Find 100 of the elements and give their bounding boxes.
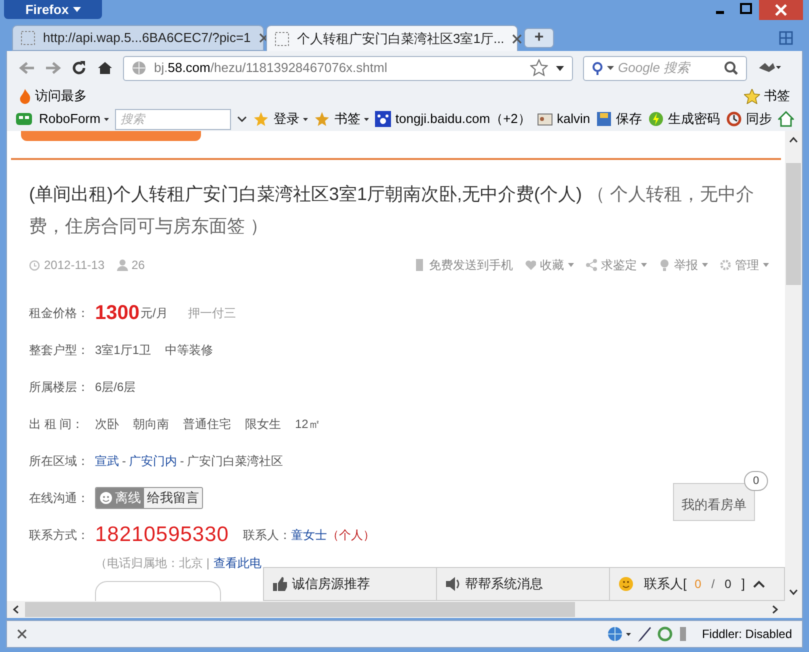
caret-icon: [607, 66, 614, 70]
leave-message-button[interactable]: 给我留言: [144, 488, 202, 508]
toolbar-button[interactable]: 书签: [314, 109, 370, 129]
field-label: 整套户型：: [29, 342, 90, 358]
share-icon: [586, 259, 597, 271]
smiley-icon: [99, 490, 113, 504]
home-icon: [778, 111, 794, 127]
arrow-right-icon: [772, 605, 778, 614]
scrollbar-thumb[interactable]: [25, 602, 575, 617]
field-label: 所属楼层：: [29, 378, 90, 396]
close-icon: [17, 629, 27, 639]
toolbar-button[interactable]: kalvin: [536, 109, 590, 129]
tab-title: http://api.wap.5...6BA6CEC7/?pic=1: [43, 29, 251, 48]
address-bar[interactable]: bj.58.com/hezu/11813928467076x.shtml: [123, 56, 573, 80]
toolbar-button[interactable]: 同步: [726, 109, 772, 129]
payment-terms: 押一付三: [188, 304, 236, 322]
search-input[interactable]: Google 搜索: [618, 58, 720, 78]
arrow-down-icon: [789, 589, 798, 595]
heart-icon: [525, 259, 536, 271]
area-link[interactable]: 宣武: [95, 452, 119, 470]
pen-icon: [636, 626, 651, 642]
count-badge: 0: [744, 471, 768, 491]
contact-name[interactable]: 童女士: [291, 526, 327, 544]
close-icon: [258, 33, 269, 43]
caret-icon: [556, 66, 564, 70]
listing-action[interactable]: 举报: [659, 256, 708, 274]
panel-tab[interactable]: 诚信房源推荐: [264, 568, 437, 600]
search-icon: [724, 61, 738, 75]
area-link[interactable]: 广安门内: [129, 452, 177, 470]
home-icon: [97, 60, 113, 76]
clock-icon: [29, 260, 40, 270]
thumbs-up-icon: [272, 576, 288, 592]
gear-icon: [720, 259, 731, 271]
horizontal-scrollbar[interactable]: [6, 601, 803, 618]
reload-icon: [71, 60, 87, 76]
field-value: 中等装修: [165, 342, 214, 358]
offline-status: 离线: [96, 488, 144, 508]
toolbar-button[interactable]: 生成密码: [648, 109, 720, 129]
person-icon: [116, 259, 128, 271]
field-label: 在线沟通：: [29, 490, 90, 506]
toolbar-button[interactable]: 保存: [596, 109, 642, 129]
online-count: 0: [694, 576, 702, 593]
scrollbar-thumb[interactable]: [786, 163, 801, 285]
browser-tab[interactable]: http://api.wap.5...6BA6CEC7/?pic=1: [12, 25, 264, 51]
paw-icon: [375, 111, 392, 127]
vertical-scrollbar[interactable]: [785, 131, 802, 601]
chevron-up-icon: [752, 580, 765, 588]
contacts-label: 联系人[: [644, 575, 687, 594]
url-text: bj.58.com/hezu/11813928467076x.shtml: [154, 59, 388, 78]
bracket: ]: [741, 575, 745, 594]
bookmark-link[interactable]: 访问最多: [35, 86, 87, 106]
close-icon: [759, 0, 803, 20]
status-text: Fiddler: Disabled: [702, 626, 792, 643]
separator: -: [180, 452, 184, 470]
listing-action[interactable]: 免费发送到手机: [414, 256, 513, 274]
new-tab-button[interactable]: +: [524, 28, 554, 48]
listing-title: (单间出租)个人转租广安门白菜湾社区3室1厅朝南次卧,无中介费(个人) （ 个人转租，无中介费，住房合同可与房东面签 ）: [29, 183, 756, 238]
price-unit: 元/月: [140, 304, 168, 322]
phone-history-link[interactable]: 查看此电: [213, 554, 262, 572]
field-value: 次卧: [95, 416, 119, 432]
phone-icon: [414, 259, 425, 271]
listing-action[interactable]: 管理: [720, 256, 769, 274]
search-field[interactable]: Google 搜索: [583, 56, 747, 80]
community-name: 广安门白菜湾社区: [187, 452, 283, 470]
tab-title: 个人转租广安门白菜湾社区3室1厅...: [297, 30, 504, 48]
caret-icon: [72, 7, 81, 12]
field-label: 出 租 间：: [29, 416, 85, 432]
lightning-icon: [648, 111, 664, 127]
toolbar-button[interactable]: tongji.baidu.com（+2）: [375, 109, 531, 129]
smiley-icon: [618, 576, 634, 592]
firefox-menu-button[interactable]: Firefox: [4, 0, 102, 19]
price-value: 1300: [95, 300, 140, 326]
listing-action[interactable]: 收藏: [525, 256, 574, 274]
roboform-menu[interactable]: RoboForm: [39, 109, 110, 129]
field-label: 联系方式：: [29, 526, 90, 544]
toolbar-search-field[interactable]: 搜索: [115, 108, 232, 130]
field-value: 12㎡: [295, 416, 320, 432]
speaker-icon: [445, 576, 461, 592]
caret-icon: [303, 118, 308, 120]
lightbulb-icon: [659, 259, 670, 271]
toolbar-button[interactable]: 登录: [253, 109, 308, 129]
arrow-left-icon: [13, 605, 19, 614]
robot-icon: [15, 111, 33, 127]
listing-action[interactable]: 求鉴定: [586, 256, 647, 274]
separator: /: [711, 576, 715, 593]
field-label: 所在区域：: [29, 452, 90, 470]
field-label: 联系人：: [243, 526, 291, 544]
total-count: 0: [724, 576, 732, 593]
field-value: 6层/6层: [95, 378, 136, 396]
bookmarks-menu[interactable]: 书签: [764, 86, 790, 106]
phone-number: 18210595330: [95, 522, 230, 548]
view-count: 26: [132, 257, 145, 274]
panel-tab[interactable]: 帮帮系统消息: [437, 568, 610, 600]
id-card-icon: [536, 111, 553, 127]
chat-widget[interactable]: 离线 给我留言: [95, 486, 203, 508]
close-icon: [512, 34, 522, 44]
star-icon: [744, 88, 760, 104]
arrow-up-icon: [789, 137, 798, 143]
star-icon: [314, 111, 330, 127]
viewing-list-button[interactable]: 我的看房单: [673, 483, 755, 521]
